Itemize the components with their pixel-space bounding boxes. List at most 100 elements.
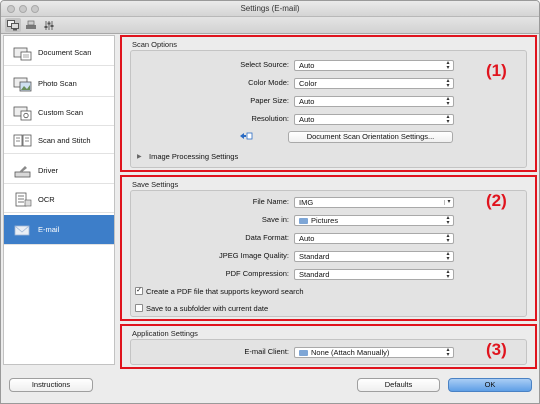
email-client-label: E-mail Client: — [244, 347, 289, 356]
color-mode-value: Color — [299, 79, 317, 88]
pdf-compression-value: Standard — [299, 270, 330, 279]
jpeg-quality-dropdown[interactable]: Standard ▴ ▾ — [294, 251, 454, 262]
sidebar: Document Scan Photo Scan Custom Scan Sca… — [3, 35, 115, 365]
scan-from-operation-panel-icon — [26, 20, 36, 29]
sidebar-item-label: OCR — [38, 195, 55, 204]
zoom-window-button[interactable] — [31, 5, 39, 13]
pdf-compression-label: PDF Compression: — [225, 269, 289, 278]
application-settings-panel: E-mail Client: None (Attach Manually) ▴ ▾ — [130, 339, 527, 365]
data-format-value: Auto — [299, 234, 315, 243]
save-settings-title: Save Settings — [132, 180, 179, 189]
dropdown-arrows-icon: ▴ ▾ — [446, 269, 450, 280]
sidebar-item-ocr[interactable]: OCR — [4, 187, 114, 213]
dropdown-arrows-icon: ▴ ▾ — [446, 60, 450, 71]
file-name-combobox[interactable]: IMG ▾ — [294, 197, 454, 208]
color-mode-dropdown[interactable]: Color ▴ ▾ — [294, 78, 454, 89]
save-settings-panel: File Name: IMG ▾ Save in: Pictures ▴ ▾ Da… — [130, 190, 527, 317]
save-in-dropdown[interactable]: Pictures ▴ ▾ — [294, 215, 454, 226]
window-title: Settings (E-mail) — [240, 4, 300, 13]
email-client-dropdown[interactable]: None (Attach Manually) ▴ ▾ — [294, 347, 454, 358]
section-number-3: (3) — [486, 340, 507, 359]
email-client-value: None (Attach Manually) — [311, 348, 390, 357]
select-source-dropdown[interactable]: Auto ▴ ▾ — [294, 60, 454, 71]
dropdown-arrows-icon: ▴ ▾ — [446, 251, 450, 262]
sidebar-item-scan-and-stitch[interactable]: Scan and Stitch — [4, 128, 114, 154]
dropdown-arrows-icon: ▴ ▾ — [446, 96, 450, 107]
subfolder-label: Save to a subfolder with current date — [146, 304, 269, 313]
paper-size-value: Auto — [299, 97, 315, 106]
paper-size-label: Paper Size: — [250, 96, 289, 105]
data-format-label: Data Format: — [245, 233, 289, 242]
scan-options-panel: Select Source: Auto ▴ ▾ Color Mode: Color… — [130, 50, 527, 168]
chevron-down-icon: ▾ — [444, 199, 453, 205]
tab-scan-from-operation-panel[interactable] — [23, 18, 39, 32]
resolution-value: Auto — [299, 115, 315, 124]
dropdown-arrows-icon: ▴ ▾ — [446, 233, 450, 244]
document-scan-orientation-settings-button[interactable]: Document Scan Orientation Settings... — [288, 131, 453, 143]
file-name-label: File Name: — [252, 197, 289, 206]
sidebar-item-e-mail[interactable]: E-mail — [4, 215, 114, 245]
resolution-label: Resolution: — [251, 114, 289, 123]
save-in-value: Pictures — [311, 216, 339, 225]
disclosure-triangle-icon[interactable]: ▶ — [137, 153, 142, 160]
scan-options-title: Scan Options — [132, 40, 178, 49]
scan-and-stitch-icon — [12, 132, 34, 150]
scan-options-section: Scan Options Select Source: Auto ▴ ▾ Colo… — [120, 35, 537, 172]
custom-scan-icon — [12, 104, 34, 122]
sidebar-item-label: Document Scan — [38, 48, 92, 57]
sidebar-item-photo-scan[interactable]: Photo Scan — [4, 71, 114, 97]
dropdown-arrows-icon: ▴ ▾ — [446, 114, 450, 125]
driver-icon — [12, 162, 34, 180]
dropdown-arrows-icon: ▴ ▾ — [446, 347, 450, 358]
sidebar-item-label: Custom Scan — [38, 108, 84, 117]
document-scan-icon — [12, 44, 34, 62]
file-name-value: IMG — [299, 198, 314, 207]
instructions-button[interactable]: Instructions — [9, 378, 93, 392]
sidebar-item-driver[interactable]: Driver — [4, 158, 114, 184]
ocr-icon — [12, 191, 34, 209]
application-settings-title: Application Settings — [132, 329, 198, 338]
save-in-label: Save in: — [261, 215, 289, 224]
keyword-search-checkbox[interactable]: ✓ — [135, 287, 143, 295]
sidebar-item-label: E-mail — [38, 225, 60, 234]
section-number-1: (1) — [486, 61, 507, 80]
image-processing-settings-toggle[interactable]: Image Processing Settings — [149, 152, 238, 161]
minimize-window-button[interactable] — [19, 5, 27, 13]
tab-scan-from-computer[interactable] — [5, 18, 21, 32]
application-settings-section: Application Settings E-mail Client: None… — [120, 324, 537, 369]
jpeg-quality-value: Standard — [299, 252, 330, 261]
sidebar-item-custom-scan[interactable]: Custom Scan — [4, 100, 114, 126]
dropdown-arrows-icon: ▴ ▾ — [446, 78, 450, 89]
color-mode-label: Color Mode: — [248, 78, 289, 87]
photo-scan-icon — [12, 75, 34, 93]
general-settings-icon — [44, 20, 54, 30]
paper-size-dropdown[interactable]: Auto ▴ ▾ — [294, 96, 454, 107]
scan-from-computer-icon — [7, 19, 19, 30]
e-mail-icon — [12, 221, 34, 239]
sidebar-item-label: Scan and Stitch — [38, 136, 91, 145]
resolution-dropdown[interactable]: Auto ▴ ▾ — [294, 114, 454, 125]
sidebar-item-label: Driver — [38, 166, 58, 175]
jpeg-quality-label: JPEG Image Quality: — [218, 251, 289, 260]
title-bar: Settings (E-mail) — [1, 1, 539, 17]
close-window-button[interactable] — [7, 5, 15, 13]
select-source-label: Select Source: — [240, 60, 289, 69]
subfolder-checkbox[interactable] — [135, 304, 143, 312]
defaults-button[interactable]: Defaults — [357, 378, 440, 392]
keyword-search-label: Create a PDF file that supports keyword … — [146, 287, 304, 296]
sidebar-item-document-scan[interactable]: Document Scan — [4, 40, 114, 66]
tab-general-settings[interactable] — [41, 18, 57, 32]
toolbar — [1, 17, 539, 34]
pdf-compression-dropdown[interactable]: Standard ▴ ▾ — [294, 269, 454, 280]
sidebar-item-label: Photo Scan — [38, 79, 77, 88]
section-number-2: (2) — [486, 191, 507, 210]
orientation-icon — [239, 131, 253, 143]
settings-window: Settings (E-mail) Document Scan Photo Sc… — [0, 0, 540, 404]
folder-icon — [299, 218, 308, 224]
select-source-value: Auto — [299, 61, 315, 70]
data-format-dropdown[interactable]: Auto ▴ ▾ — [294, 233, 454, 244]
folder-icon — [299, 350, 308, 356]
ok-button[interactable]: OK — [448, 378, 532, 392]
save-settings-section: Save Settings File Name: IMG ▾ Save in: … — [120, 175, 537, 321]
dropdown-arrows-icon: ▴ ▾ — [446, 215, 450, 226]
